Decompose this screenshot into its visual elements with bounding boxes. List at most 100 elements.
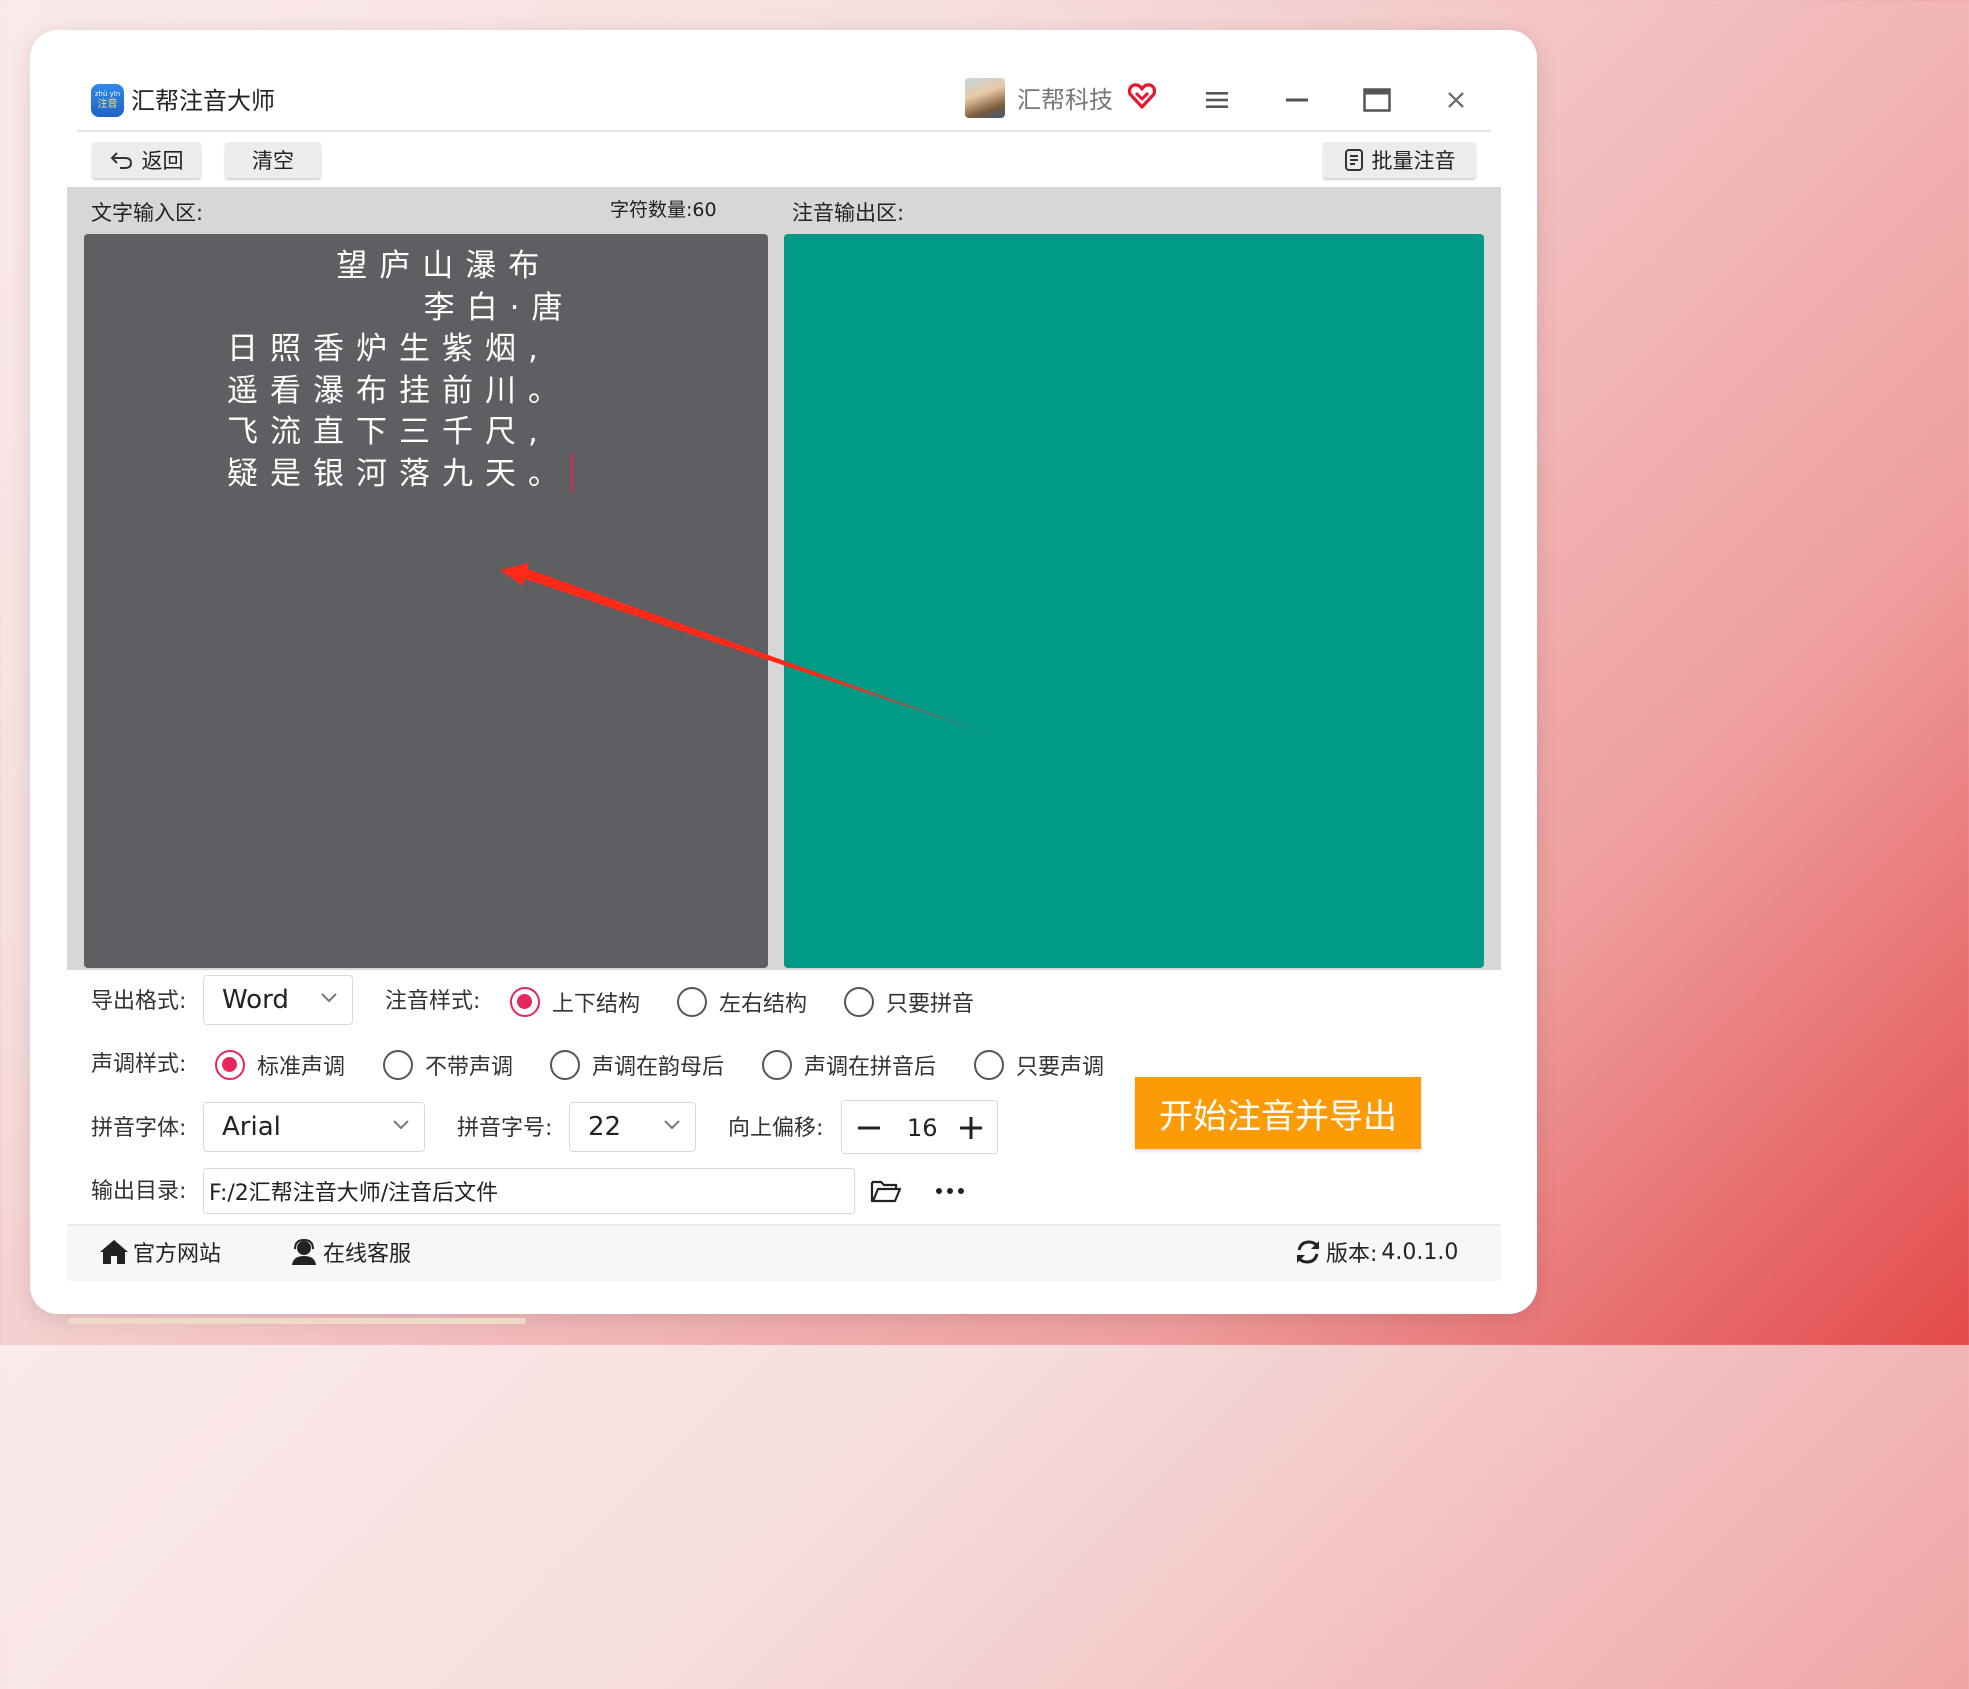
tone-style-label: 声调样式: <box>91 1052 187 1077</box>
close-icon <box>1448 92 1464 108</box>
radio-circle <box>974 1050 1004 1080</box>
export-format-select[interactable]: Word <box>203 975 353 1025</box>
radio-tone-after-final[interactable]: 声调在韵母后 <box>550 1049 724 1081</box>
radio-pinyin-only[interactable]: 只要拼音 <box>844 986 974 1018</box>
home-icon <box>100 1240 128 1264</box>
radio-left-right[interactable]: 左右结构 <box>677 986 807 1018</box>
start-export-button[interactable]: 开始注音并导出 <box>1135 1077 1421 1149</box>
plus-icon[interactable] <box>960 1117 982 1139</box>
offset-value[interactable]: 16 <box>907 1114 938 1142</box>
radio-label: 左右结构 <box>719 992 808 1017</box>
radio-circle-checked <box>510 987 540 1017</box>
radio-label: 只要拼音 <box>886 992 975 1017</box>
menu-button[interactable] <box>1197 82 1237 118</box>
version-value: 4.0.1.0 <box>1381 1239 1459 1265</box>
minimize-button[interactable] <box>1277 82 1317 118</box>
annotation-style-label: 注音样式: <box>385 989 481 1014</box>
title-divider <box>77 130 1491 132</box>
work-area: 文字输入区: 字符数量:60 注音输出区: 望庐山瀑布 李白·唐 日照香炉生紫烟… <box>67 187 1501 970</box>
maximize-button[interactable] <box>1357 82 1397 118</box>
annotation-output-area[interactable] <box>784 234 1484 968</box>
radio-label: 不带声调 <box>425 1055 514 1080</box>
chevron-down-icon <box>664 1120 680 1130</box>
poem-text: 望庐山瀑布 李白·唐 日照香炉生紫烟, 遥看瀑布挂前川。 飞流直下三千尺, 疑是… <box>84 246 684 495</box>
vip-heart-icon[interactable] <box>1127 81 1157 111</box>
decorative-underline <box>68 1318 526 1324</box>
poem-line: 日照香炉生紫烟, <box>227 331 550 367</box>
close-button[interactable] <box>1436 82 1476 118</box>
minimize-icon <box>1286 98 1308 102</box>
online-support-label: 在线客服 <box>323 1242 412 1267</box>
output-dir-field[interactable]: F:/2汇帮注音大师/注音后文件 <box>203 1168 855 1214</box>
app-title: 汇帮注音大师 <box>131 87 275 115</box>
radio-label: 声调在拼音后 <box>804 1055 937 1080</box>
customer-service-icon <box>292 1238 316 1265</box>
more-icon[interactable] <box>935 1187 965 1195</box>
poem-line: 疑是银河落九天。 <box>227 455 571 492</box>
document-icon <box>1344 149 1363 171</box>
radio-label: 上下结构 <box>552 992 641 1017</box>
radio-circle-checked <box>215 1050 245 1080</box>
radio-circle <box>383 1050 413 1080</box>
radio-standard-tone[interactable]: 标准声调 <box>215 1049 345 1081</box>
app-logo: zhù yīn 注音 <box>91 84 124 117</box>
radio-top-bottom[interactable]: 上下结构 <box>510 986 640 1018</box>
undo-arrow-icon <box>110 152 132 169</box>
official-website-link[interactable]: 官方网站 <box>99 1236 221 1268</box>
output-dir-value: F:/2汇帮注音大师/注音后文件 <box>209 1181 499 1206</box>
pinyin-size-value: 22 <box>588 1112 622 1142</box>
user-name[interactable]: 汇帮科技 <box>1017 83 1113 117</box>
radio-label: 标准声调 <box>257 1055 346 1080</box>
online-support-link[interactable]: 在线客服 <box>289 1236 411 1268</box>
version-info: 版本: 4.0.1.0 <box>1294 1236 1458 1268</box>
export-format-label: 导出格式: <box>91 989 187 1014</box>
radio-label: 只要声调 <box>1016 1055 1105 1080</box>
version-label: 版本: <box>1326 1242 1378 1267</box>
refresh-icon[interactable] <box>1294 1238 1322 1266</box>
radio-label: 声调在韵母后 <box>592 1055 725 1080</box>
radio-circle <box>550 1050 580 1080</box>
output-dir-label: 输出目录: <box>91 1179 187 1204</box>
chevron-down-icon <box>321 993 337 1003</box>
user-avatar[interactable] <box>965 78 1005 118</box>
clear-button[interactable]: 清空 <box>225 142 321 178</box>
radio-tone-only[interactable]: 只要声调 <box>974 1049 1104 1081</box>
pinyin-font-label: 拼音字体: <box>91 1116 187 1141</box>
char-count: 字符数量:60 <box>610 195 717 222</box>
radio-tone-after-pinyin[interactable]: 声调在拼音后 <box>762 1049 936 1081</box>
clear-label: 清空 <box>252 149 294 173</box>
back-button[interactable]: 返回 <box>92 142 201 178</box>
batch-annotate-label: 批量注音 <box>1371 149 1456 173</box>
chevron-down-icon <box>393 1120 409 1130</box>
export-format-value: Word <box>222 985 289 1015</box>
footer-bar: 官方网站 在线客服 版本: 4.0.1.0 <box>67 1224 1501 1281</box>
menu-icon <box>1206 92 1228 108</box>
official-website-label: 官方网站 <box>133 1242 222 1267</box>
char-count-value: 60 <box>692 199 717 221</box>
input-area-label: 文字输入区: <box>91 201 204 225</box>
poem-line: 遥看瀑布挂前川。 <box>227 372 571 409</box>
batch-annotate-button[interactable]: 批量注音 <box>1323 142 1476 178</box>
text-input-area[interactable]: 望庐山瀑布 李白·唐 日照香炉生紫烟, 遥看瀑布挂前川。 飞流直下三千尺, 疑是… <box>84 234 768 968</box>
poem-line: 飞流直下三千尺, <box>227 414 550 450</box>
maximize-icon <box>1363 88 1391 112</box>
minus-icon[interactable] <box>858 1126 880 1130</box>
poem-title: 望庐山瀑布 <box>227 248 552 284</box>
folder-open-icon[interactable] <box>870 1178 902 1204</box>
char-count-label: 字符数量: <box>610 199 693 221</box>
radio-circle <box>844 987 874 1017</box>
offset-stepper: 16 <box>841 1100 998 1154</box>
text-caret <box>571 453 573 493</box>
pinyin-size-select[interactable]: 22 <box>569 1102 696 1152</box>
output-area-label: 注音输出区: <box>792 201 905 225</box>
radio-circle <box>762 1050 792 1080</box>
back-label: 返回 <box>141 149 184 173</box>
poem-author: 李白·唐 <box>227 289 575 326</box>
pinyin-font-value: Arial <box>222 1112 281 1142</box>
radio-no-tone[interactable]: 不带声调 <box>383 1049 513 1081</box>
pinyin-size-label: 拼音字号: <box>457 1116 553 1141</box>
radio-circle <box>677 987 707 1017</box>
pinyin-font-select[interactable]: Arial <box>203 1102 425 1152</box>
offset-label: 向上偏移: <box>728 1116 824 1141</box>
app-window: zhù yīn 注音 汇帮注音大师 汇帮科技 返回 清空 批量注音 文字输入区: … <box>67 67 1501 1281</box>
